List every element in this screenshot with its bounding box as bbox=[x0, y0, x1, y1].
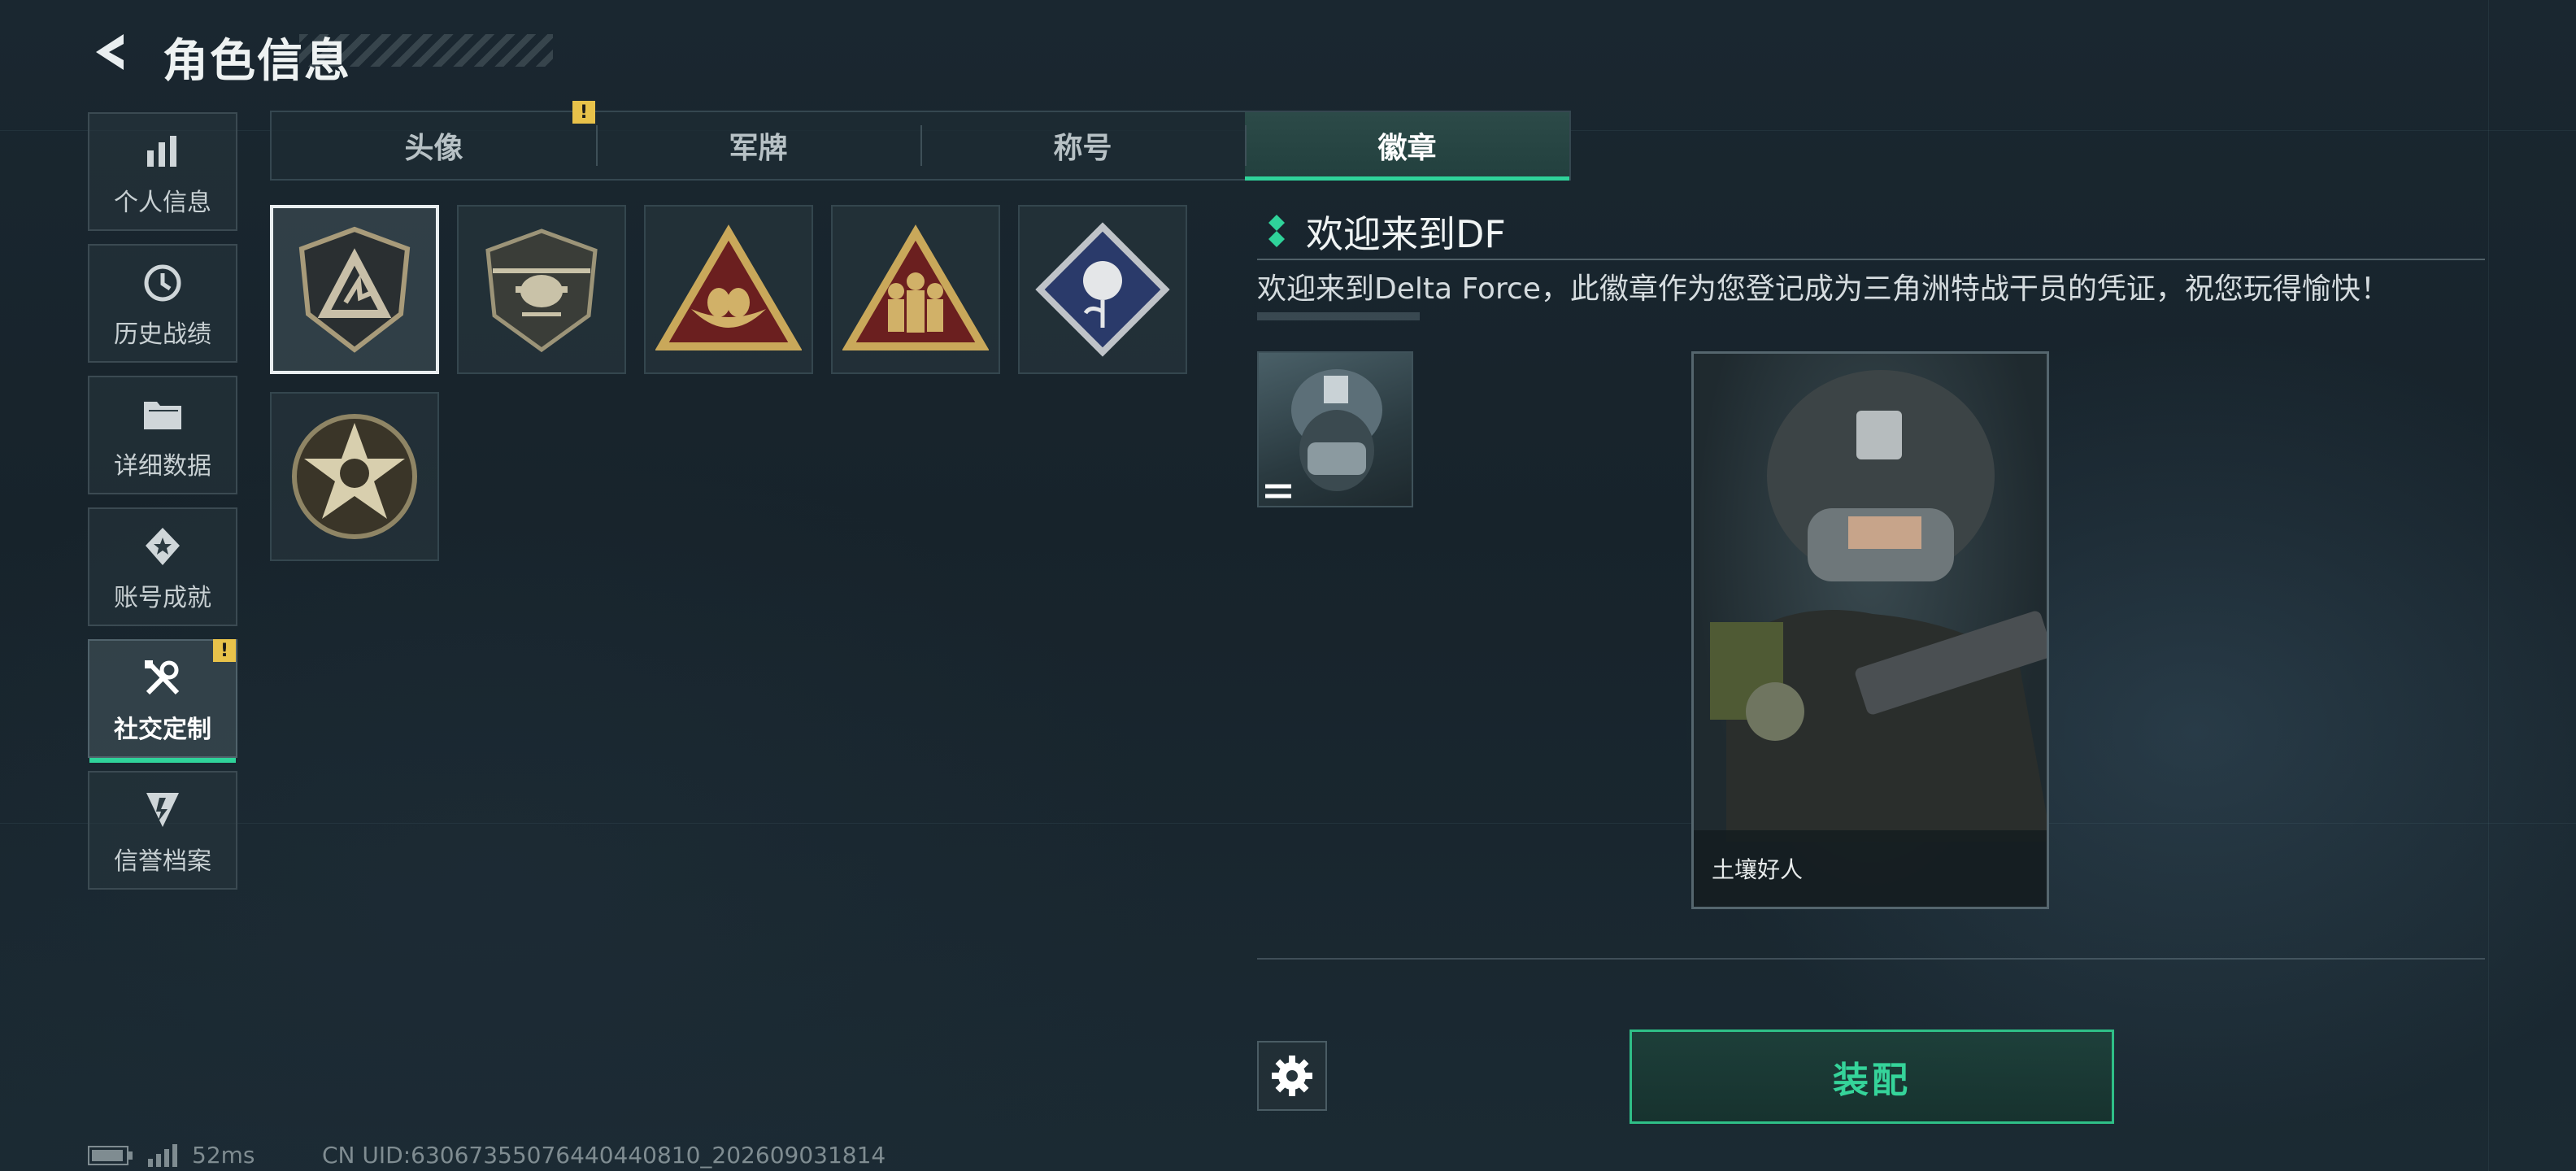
sidebar-item-achievements[interactable]: 账号成就 bbox=[88, 507, 237, 626]
sidebar-item-label: 历史战绩 bbox=[114, 320, 211, 349]
tab-label: 军牌 bbox=[729, 132, 788, 165]
equip-button[interactable]: 装配 bbox=[1630, 1030, 2114, 1124]
operator-portrait-icon bbox=[1265, 369, 1382, 498]
signal-icon bbox=[148, 1143, 177, 1167]
tab-label: 头像 bbox=[404, 132, 463, 165]
soldiers-triangle-badge-icon bbox=[842, 224, 989, 350]
badge-item[interactable] bbox=[1018, 205, 1187, 374]
tab-badge[interactable]: 徽章 bbox=[1245, 112, 1569, 181]
badge-item[interactable] bbox=[831, 205, 1000, 374]
sidebar-item-history[interactable]: 历史战绩 bbox=[88, 244, 237, 363]
divider bbox=[1257, 259, 2485, 260]
badge-item[interactable] bbox=[457, 205, 626, 374]
badge-item[interactable] bbox=[644, 205, 813, 374]
bg-grid-line bbox=[2488, 0, 2489, 1171]
operator-name: 土壤好人 bbox=[1694, 830, 2047, 907]
tab-dog-tag[interactable]: 军牌 bbox=[596, 112, 920, 179]
badge-title: 欢迎来到DF bbox=[1306, 212, 1506, 256]
operator-preview-card: 土壤好人 bbox=[1691, 351, 2049, 909]
nest-triangle-badge-icon bbox=[655, 224, 802, 350]
operator-avatar-thumbnail[interactable] bbox=[1257, 351, 1413, 507]
status-bar: 52ms bbox=[88, 1142, 255, 1169]
badge-description: 欢迎来到Delta Force，此徽章作为您登记成为三角洲特战干员的凭证，祝您玩… bbox=[1257, 272, 2390, 306]
sidebar-item-detailed-data[interactable]: 详细数据 bbox=[88, 376, 237, 494]
tab-avatar[interactable]: 头像 bbox=[272, 112, 596, 179]
sidebar-item-label: 详细数据 bbox=[114, 452, 211, 481]
diamond-marker-icon bbox=[1268, 215, 1285, 247]
bg-grid-line bbox=[0, 823, 2576, 824]
credit-shield-icon bbox=[140, 787, 185, 833]
operator-portrait-icon bbox=[1710, 370, 2047, 842]
tools-icon bbox=[140, 655, 185, 701]
helicopter-badge-icon bbox=[485, 229, 598, 353]
divider bbox=[1257, 958, 2485, 960]
battery-icon bbox=[88, 1145, 133, 1165]
sidebar-item-label: 社交定制 bbox=[114, 716, 211, 744]
tab-bar: 头像 军牌 称号 徽章 bbox=[270, 111, 1571, 181]
gear-icon bbox=[1272, 1056, 1312, 1096]
back-button[interactable] bbox=[88, 28, 137, 76]
folder-icon bbox=[140, 392, 185, 437]
badge-item[interactable] bbox=[270, 392, 439, 561]
rose-diamond-badge-icon bbox=[1035, 222, 1170, 357]
tab-title[interactable]: 称号 bbox=[920, 112, 1245, 179]
user-uid: CN UID:6306735507644044081​0_20260903181… bbox=[322, 1142, 886, 1169]
badge-item[interactable] bbox=[270, 205, 439, 374]
back-arrow-icon bbox=[96, 34, 124, 70]
sidebar-item-label: 信誉档案 bbox=[114, 847, 211, 876]
tab-label: 徽章 bbox=[1377, 132, 1437, 165]
sidebar-item-credit-record[interactable]: 信誉档案 bbox=[88, 771, 237, 890]
settings-button[interactable] bbox=[1257, 1041, 1327, 1111]
achievement-medal-icon bbox=[140, 524, 185, 569]
tab-label: 称号 bbox=[1053, 132, 1112, 165]
delta-shield-badge-icon bbox=[298, 226, 411, 353]
warning-badge: ! bbox=[213, 639, 236, 662]
page-title: 角色信息 bbox=[163, 35, 351, 88]
sidebar-item-label: 个人信息 bbox=[114, 189, 211, 217]
warning-badge: ! bbox=[572, 101, 595, 124]
history-clock-icon bbox=[140, 260, 185, 306]
sidebar-item-label: 账号成就 bbox=[114, 584, 211, 612]
sidebar-item-personal-info[interactable]: 个人信息 bbox=[88, 112, 237, 231]
ping-value: 52ms bbox=[192, 1142, 255, 1169]
star-skull-badge-icon bbox=[292, 414, 417, 539]
decorative-bar bbox=[1257, 312, 1420, 320]
bar-chart-icon bbox=[140, 128, 185, 174]
